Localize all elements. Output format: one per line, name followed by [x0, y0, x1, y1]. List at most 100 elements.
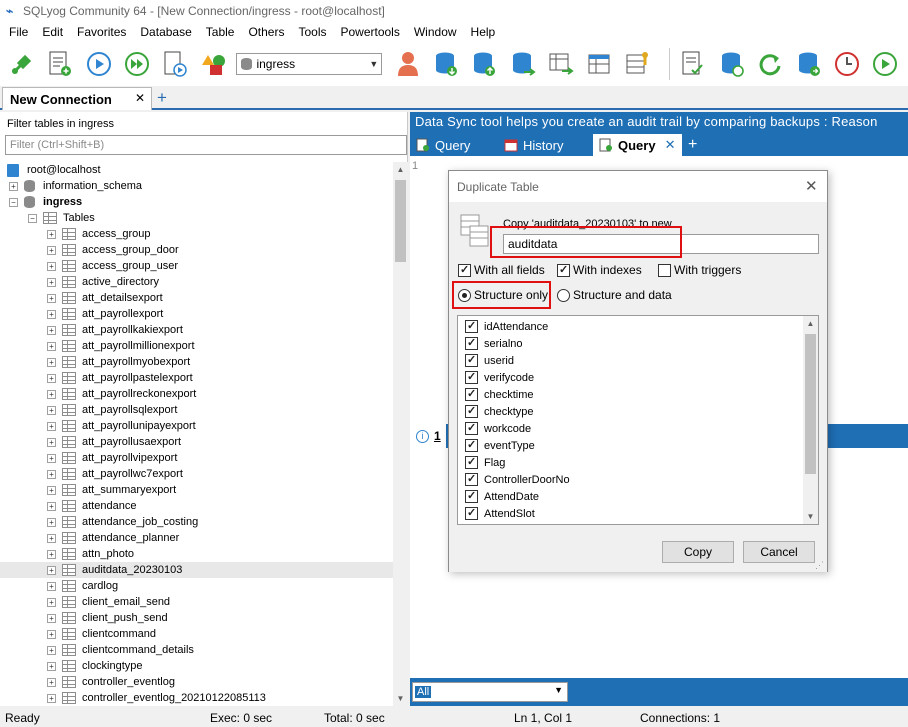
schema-designer-icon[interactable] — [198, 48, 229, 80]
copy-button[interactable]: Copy — [662, 541, 734, 563]
tree-table[interactable]: + att_payrollusaexport — [0, 434, 393, 450]
notifications-icon[interactable] — [870, 48, 901, 80]
filter-tables-input[interactable]: Filter (Ctrl+Shift+B) — [5, 135, 407, 155]
scroll-up-icon[interactable]: ▲ — [803, 316, 818, 331]
data-sync-icon[interactable] — [507, 48, 538, 80]
execute-query-icon[interactable] — [83, 48, 114, 80]
scroll-up-icon[interactable]: ▲ — [393, 162, 408, 177]
structure-and-data-radio[interactable]: Structure and data — [557, 288, 672, 302]
refresh-icon[interactable] — [754, 48, 785, 80]
query-builder-icon[interactable] — [584, 48, 615, 80]
tree-database[interactable]: + information_schema — [0, 178, 393, 194]
new-query-icon[interactable] — [44, 48, 75, 80]
scrollbar-thumb[interactable] — [395, 180, 406, 262]
result-filter-select[interactable]: All ▼ — [412, 682, 568, 702]
sync-database-icon[interactable] — [793, 48, 824, 80]
scroll-down-icon[interactable]: ▼ — [393, 691, 408, 706]
menu-table[interactable]: Table — [199, 25, 242, 39]
tree-table[interactable]: + attn_photo — [0, 546, 393, 562]
field-checkbox-row[interactable]: AttendSlot — [465, 505, 535, 522]
menu-tools[interactable]: Tools — [291, 25, 333, 39]
table-diagnostics-icon[interactable] — [622, 48, 653, 80]
field-checkbox-row[interactable]: workcode — [465, 420, 531, 437]
menu-favorites[interactable]: Favorites — [70, 25, 133, 39]
close-icon[interactable]: ✕ — [805, 177, 818, 195]
backup-icon[interactable] — [430, 48, 461, 80]
schedule-report-icon[interactable] — [678, 48, 709, 80]
tree-table[interactable]: + att_detailsexport — [0, 290, 393, 306]
field-checkbox-row[interactable]: userid — [465, 352, 514, 369]
tree-table[interactable]: + att_payrollvipexport — [0, 450, 393, 466]
tree-table[interactable]: + att_payrollexport — [0, 306, 393, 322]
tree-table[interactable]: + att_payrollkakiexport — [0, 322, 393, 338]
tree-table[interactable]: + att_payrollmyobexport — [0, 354, 393, 370]
with-indexes-checkbox[interactable]: With indexes — [557, 263, 642, 277]
menu-edit[interactable]: Edit — [35, 25, 70, 39]
tab-query-active[interactable]: Query ✕ — [593, 134, 682, 156]
tree-table[interactable]: + att_payrollsqlexport — [0, 402, 393, 418]
tree-table[interactable]: + client_push_send — [0, 610, 393, 626]
tree-table[interactable]: + controller_eventlog — [0, 674, 393, 690]
scroll-down-icon[interactable]: ▼ — [803, 509, 818, 524]
tree-scrollbar[interactable]: ▲ ▼ — [393, 162, 408, 706]
resize-grip-icon[interactable]: ⋰ — [815, 560, 825, 570]
field-checkbox-row[interactable]: idAttendance — [465, 318, 548, 335]
cancel-button[interactable]: Cancel — [743, 541, 815, 563]
tree-table[interactable]: + access_group_door — [0, 242, 393, 258]
tree-table[interactable]: + clockingtype — [0, 658, 393, 674]
close-icon[interactable]: ✕ — [665, 137, 676, 153]
tree-table[interactable]: + active_directory — [0, 274, 393, 290]
tree-table[interactable]: + access_group — [0, 226, 393, 242]
close-icon[interactable]: ✕ — [135, 91, 145, 105]
info-banner[interactable]: Data Sync tool helps you create an audit… — [410, 112, 908, 132]
tree-tables-folder[interactable]: − Tables — [0, 210, 393, 226]
execute-all-icon[interactable] — [121, 48, 152, 80]
menu-help[interactable]: Help — [464, 25, 503, 39]
result-tab[interactable]: i 1 — [410, 424, 446, 448]
tree-server[interactable]: root@localhost — [0, 162, 393, 178]
scrollbar-thumb[interactable] — [805, 334, 816, 474]
field-checkbox-row[interactable]: Flag — [465, 454, 505, 471]
tree-table[interactable]: + controller_eventlog_20210122085113 — [0, 690, 393, 706]
database-selector[interactable]: ingress ▼ — [236, 53, 382, 75]
field-list-scrollbar[interactable]: ▲ ▼ — [803, 316, 818, 524]
field-checkbox-row[interactable]: checktime — [465, 386, 534, 403]
tree-table[interactable]: + att_payrollpastelexport — [0, 370, 393, 386]
restore-icon[interactable] — [469, 48, 500, 80]
menu-powertools[interactable]: Powertools — [333, 25, 406, 39]
tree-table[interactable]: + att_payrollunipayexport — [0, 418, 393, 434]
menu-file[interactable]: File — [2, 25, 35, 39]
tree-table[interactable]: + attendance_job_costing — [0, 514, 393, 530]
with-triggers-checkbox[interactable]: With triggers — [658, 263, 741, 277]
field-checkbox-row[interactable]: AttendDate — [465, 488, 539, 505]
tree-database[interactable]: − ingress — [0, 194, 393, 210]
field-checkbox-row[interactable]: eventType — [465, 437, 535, 454]
menu-window[interactable]: Window — [407, 25, 464, 39]
add-connection-icon[interactable]: + — [157, 88, 167, 108]
add-query-tab-icon[interactable]: + — [688, 136, 697, 154]
import-icon[interactable] — [545, 48, 576, 80]
new-connection-icon[interactable] — [6, 48, 37, 80]
field-checkbox-row[interactable]: ControllerDoorNo — [465, 471, 570, 488]
tree-table[interactable]: + clientcommand — [0, 626, 393, 642]
tree-table[interactable]: + att_summaryexport — [0, 482, 393, 498]
user-manager-icon[interactable] — [392, 48, 423, 80]
execute-edit-icon[interactable] — [160, 48, 191, 80]
with-all-fields-checkbox[interactable]: With all fields — [458, 263, 545, 277]
tab-query-1[interactable]: Query — [416, 134, 470, 156]
tree-table[interactable]: + client_email_send — [0, 594, 393, 610]
tree-table[interactable]: + auditdata_20230103 — [0, 562, 393, 578]
field-checkbox-row[interactable]: serialno — [465, 335, 523, 352]
field-checkbox-row[interactable]: verifycode — [465, 369, 534, 386]
scheduled-task-icon[interactable] — [831, 48, 862, 80]
tree-table[interactable]: + attendance_planner — [0, 530, 393, 546]
menu-database[interactable]: Database — [133, 25, 198, 39]
tree-table[interactable]: + att_payrollreckonexport — [0, 386, 393, 402]
tab-history[interactable]: History — [504, 134, 563, 156]
tree-table[interactable]: + clientcommand_details — [0, 642, 393, 658]
copy-database-icon[interactable] — [716, 48, 747, 80]
menu-others[interactable]: Others — [241, 25, 291, 39]
connection-tab[interactable]: New Connection ✕ — [2, 87, 152, 110]
tree-table[interactable]: + access_group_user — [0, 258, 393, 274]
tree-table[interactable]: + attendance — [0, 498, 393, 514]
